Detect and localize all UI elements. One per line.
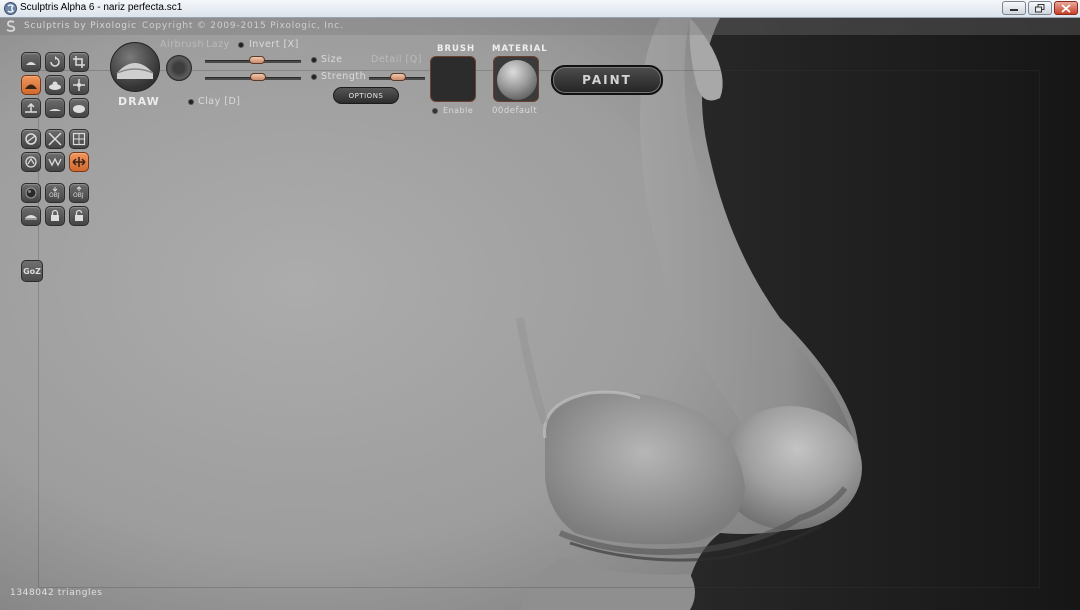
- invert-label: Invert [X]: [249, 39, 299, 50]
- tool-lock[interactable]: [45, 206, 65, 226]
- scale-icon: [48, 132, 62, 146]
- pinch-icon: [25, 102, 37, 113]
- close-icon: [1061, 3, 1071, 13]
- sculptris-app-icon: [4, 2, 17, 15]
- move-icon: [73, 79, 85, 91]
- tool-import[interactable]: OBJ: [45, 183, 65, 203]
- tool-smooth[interactable]: [69, 98, 89, 118]
- material-name: 00default: [492, 106, 538, 116]
- tool-flatten[interactable]: [45, 98, 65, 118]
- tool-rotate[interactable]: [45, 52, 65, 72]
- rotate-icon: [50, 56, 60, 67]
- reduce-icon: [48, 157, 62, 167]
- import-obj-icon: OBJ: [49, 187, 60, 199]
- tool-rotate-view[interactable]: [21, 129, 41, 149]
- tool-symmetry[interactable]: [69, 152, 89, 172]
- flatten-icon: [49, 109, 61, 111]
- tool-scale[interactable]: [45, 129, 65, 149]
- strength-checkbox[interactable]: [311, 74, 317, 80]
- mask-icon: [25, 156, 37, 168]
- svg-text:OBJ: OBJ: [49, 192, 60, 199]
- maximize-icon: [1035, 3, 1045, 12]
- detail-label: Detail [Q]: [371, 54, 422, 65]
- paint-button[interactable]: PAINT: [551, 65, 663, 95]
- lazy-slider-knob[interactable]: [249, 56, 265, 64]
- airbrush-toggle[interactable]: [166, 55, 192, 81]
- brush-enable-checkbox[interactable]: [432, 108, 438, 114]
- material-section-title: MATERIAL: [492, 44, 548, 54]
- tool-pinch[interactable]: [21, 98, 41, 118]
- tool-draw[interactable]: [21, 75, 41, 95]
- detail-slider-knob[interactable]: [390, 73, 406, 81]
- triangle-count: 1348042 triangles: [10, 588, 103, 598]
- crop-icon: [73, 56, 85, 68]
- options-button[interactable]: OPTIONS: [333, 87, 399, 104]
- size-checkbox[interactable]: [311, 57, 317, 63]
- draw-icon: [26, 62, 36, 65]
- tool-new-sphere[interactable]: [21, 183, 41, 203]
- tool-inflate[interactable]: [45, 75, 65, 95]
- tool-plane[interactable]: [21, 206, 41, 226]
- strength-label: Strength: [321, 71, 367, 82]
- grid-icon: [72, 132, 86, 146]
- app-header-strip: Sculptris by Pixologic Copyright © 2009-…: [0, 18, 1080, 35]
- goz-button[interactable]: GoZ: [21, 260, 43, 282]
- minimize-icon: [1010, 9, 1018, 11]
- rotate-view-icon: [25, 133, 37, 145]
- brush-enable-label: Enable: [443, 106, 474, 115]
- tool-draw-mode[interactable]: [21, 52, 41, 72]
- maximize-button[interactable]: [1028, 1, 1052, 15]
- material-sphere-preview: [497, 60, 537, 100]
- inflate-icon: [49, 81, 61, 90]
- plane-icon: [25, 215, 37, 220]
- brush-mode-label: DRAW: [118, 95, 160, 108]
- window-title: Sculptris Alpha 6 - nariz perfecta.sc1: [20, 2, 183, 13]
- sculpt-viewport[interactable]: Sculptris by Pixologic Copyright © 2009-…: [0, 18, 1080, 610]
- app-label: Sculptris by Pixologic: [24, 21, 137, 31]
- tool-grid[interactable]: [69, 129, 89, 149]
- window-titlebar: Sculptris Alpha 6 - nariz perfecta.sc1: [0, 0, 1080, 18]
- tool-reduce[interactable]: [45, 152, 65, 172]
- pixologic-logo-icon: [6, 20, 16, 32]
- draw-brush-icon: [25, 84, 37, 89]
- brush-type-button[interactable]: [110, 42, 160, 92]
- tool-crop[interactable]: [69, 52, 89, 72]
- svg-text:OBJ: OBJ: [73, 192, 84, 199]
- brush-section-title: BRUSH: [437, 44, 476, 54]
- smooth-icon: [73, 105, 85, 113]
- tool-mask[interactable]: [21, 152, 41, 172]
- brush-swatch[interactable]: [430, 56, 476, 102]
- material-swatch[interactable]: [493, 56, 539, 102]
- clay-checkbox[interactable]: [188, 99, 194, 105]
- sphere-icon: [25, 187, 37, 199]
- draw-brush-preview-icon: [116, 63, 154, 79]
- invert-checkbox[interactable]: [238, 42, 244, 48]
- unlock-icon: [75, 209, 83, 221]
- lock-icon: [51, 209, 59, 221]
- copyright-text: Copyright © 2009-2015 Pixologic, Inc.: [142, 21, 344, 31]
- tool-move[interactable]: [69, 75, 89, 95]
- sculpt-model-nose[interactable]: [0, 18, 1080, 610]
- airbrush-slider-knob[interactable]: [250, 73, 266, 81]
- lazy-label: Lazy: [206, 39, 230, 50]
- tool-export[interactable]: OBJ: [69, 183, 89, 203]
- export-obj-icon: OBJ: [73, 186, 84, 199]
- size-label: Size: [321, 54, 343, 65]
- symmetry-icon: [72, 157, 86, 167]
- clay-label: Clay [D]: [198, 96, 241, 107]
- close-button[interactable]: [1054, 1, 1078, 15]
- tool-unlock[interactable]: [69, 206, 89, 226]
- airbrush-label: Airbrush: [160, 39, 204, 50]
- minimize-button[interactable]: [1002, 1, 1026, 15]
